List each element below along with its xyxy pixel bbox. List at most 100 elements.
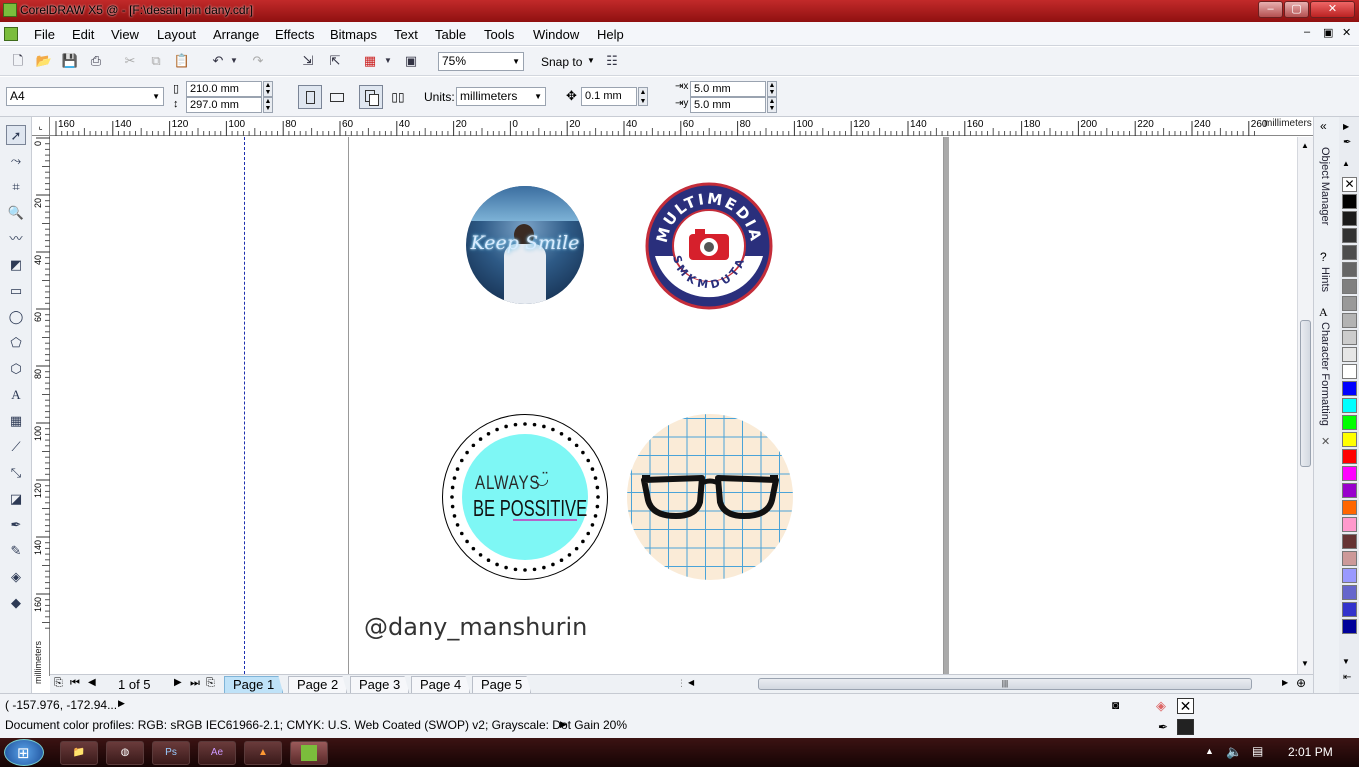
ruler-origin-icon[interactable]: ⌞ [32,117,50,136]
doc-minimize-icon[interactable]: – [1304,26,1310,38]
snap-to-label[interactable]: Snap to [541,55,582,69]
table-tool-icon[interactable]: ▦ [6,411,26,431]
menu-layout[interactable]: Layout [157,27,196,42]
blend-tool-icon[interactable]: ◪ [6,489,26,509]
snapshot-icon[interactable]: ◙ [1112,698,1119,712]
docker-tab-hints[interactable]: Hints [1319,267,1331,307]
palette-scroll-down-icon[interactable]: ▼ [1342,657,1350,666]
menu-file[interactable]: File [34,27,55,42]
menu-help[interactable]: Help [597,27,624,42]
portrait-button[interactable] [298,85,322,109]
nudge-field[interactable]: 0.1 mm [581,87,637,106]
menu-window[interactable]: Window [533,27,579,42]
current-page-button[interactable]: ▯▯ [387,85,409,109]
coords-arrow-icon[interactable]: ▶ [118,698,125,709]
connector-tool-icon[interactable]: ⤡ [6,463,26,483]
palette-swatch[interactable] [1342,568,1357,583]
duplicate-y-spinner[interactable]: ▲ ▼ [767,97,777,113]
palette-swatch[interactable] [1342,517,1357,532]
palette-swatch[interactable] [1342,381,1357,396]
all-pages-button[interactable] [359,85,383,109]
menu-text[interactable]: Text [394,27,418,42]
menu-table[interactable]: Table [435,27,466,42]
menu-view[interactable]: View [111,27,139,42]
profiles-arrow-icon[interactable]: ▶ [560,719,567,730]
outline-tool-icon[interactable]: ✎ [6,541,26,561]
menu-edit[interactable]: Edit [72,27,94,42]
palette-swatch[interactable] [1342,364,1357,379]
palette-eyedropper-icon[interactable]: ✒ [1343,137,1351,148]
splitter-icon[interactable]: ⋮ [677,678,686,689]
scroll-thumb[interactable] [1300,320,1311,467]
page-height-field[interactable]: 297.0 mm [186,97,262,113]
taskbar-photoshop[interactable]: Ps [152,741,190,765]
tray-expand-icon[interactable]: ▲ [1205,746,1214,756]
palette-swatch[interactable] [1342,245,1357,260]
ruler-vertical[interactable]: 0 20 40 60 80 100 120 140 160 millimeters [32,136,50,684]
print-icon[interactable]: ⎙ [86,51,106,71]
duplicate-x-field[interactable]: 5.0 mm [690,81,766,97]
palette-swatch[interactable] [1342,194,1357,209]
page-tab-2[interactable]: Page 2 [288,676,348,693]
add-page-before-icon[interactable]: ⎘ [54,677,63,690]
ellipse-tool-icon[interactable]: ◯ [6,307,26,327]
width-spinner[interactable]: ▲ ▼ [263,81,273,97]
prev-page-icon[interactable]: ◀ [88,677,96,688]
open-icon[interactable]: 📂 [34,51,54,71]
volume-icon[interactable]: 🔈 [1226,744,1242,760]
palette-swatch[interactable] [1342,466,1357,481]
pin-glasses[interactable] [627,414,793,580]
ruler-horizontal[interactable]: 160 140 120 100 80 60 40 20 0 20 40 60 80 100 120 140 16… [32,117,1313,136]
page-tab-5[interactable]: Page 5 [472,676,532,693]
palette-swatch[interactable] [1342,483,1357,498]
collapse-dockers-icon[interactable]: « [1320,119,1327,133]
add-page-after-icon[interactable]: ⎘ [206,677,215,690]
palette-swatch[interactable] [1342,296,1357,311]
landscape-button[interactable] [326,85,350,109]
palette-swatch[interactable] [1342,415,1357,430]
first-page-icon[interactable]: ⏮ [70,677,80,690]
cut-icon[interactable]: ✂ [120,51,140,71]
start-button[interactable]: ⊞ [4,739,44,766]
interactive-fill-tool-icon[interactable]: ◆ [6,593,26,613]
taskbar-coreldraw-icon[interactable] [290,741,328,765]
eyedropper-tool-icon[interactable]: ✒ [6,515,26,535]
palette-swatch[interactable] [1342,585,1357,600]
duplicate-x-spinner[interactable]: ▲ ▼ [767,81,777,97]
docker-tab-character-formatting[interactable]: Character Formatting [1319,322,1331,442]
menu-bitmaps[interactable]: Bitmaps [330,27,377,42]
duplicate-y-field[interactable]: 5.0 mm [690,97,766,113]
pin-multimedia[interactable]: MULTIMEDIA SMKMDUTA [645,182,773,310]
options-icon[interactable]: ☷ [602,51,622,71]
new-icon[interactable]: 🗋 [8,51,28,71]
shape-tool-icon[interactable]: ⤳ [6,151,26,171]
scroll-right-icon[interactable]: ▶ [1282,678,1288,687]
page-tab-1[interactable]: Page 1 [224,676,284,693]
fill-none-swatch[interactable]: ✕ [1177,698,1194,714]
menu-arrange[interactable]: Arrange [213,27,259,42]
palette-swatch[interactable] [1342,398,1357,413]
copy-icon[interactable]: ⧉ [146,51,166,71]
page-tab-3[interactable]: Page 3 [350,676,410,693]
rectangle-tool-icon[interactable]: ▭ [6,281,26,301]
network-icon[interactable]: ▤ [1252,744,1263,758]
redo-icon[interactable]: ↷ [248,51,268,71]
application-launcher-icon[interactable]: ▦ [360,51,380,71]
palette-swatch[interactable] [1342,432,1357,447]
palette-swatch[interactable] [1342,449,1357,464]
palette-swatch[interactable] [1342,279,1357,294]
palette-swatch[interactable] [1342,330,1357,345]
units-select[interactable]: millimeters ▼ [456,87,546,106]
smart-fill-tool-icon[interactable]: ◩ [6,255,26,275]
no-color-swatch[interactable]: ✕ [1342,177,1357,192]
next-page-icon[interactable]: ▶ [174,677,182,688]
crop-tool-icon[interactable]: ⌗ [6,177,26,197]
pin-keep-smile[interactable]: Keep Smile [466,186,584,304]
vertical-guideline[interactable] [244,137,245,674]
docker-tab-object-manager[interactable]: Object Manager [1319,147,1331,267]
menu-effects[interactable]: Effects [275,27,315,42]
navigator-zoom-icon[interactable]: ⊕ [1296,676,1306,690]
last-page-icon[interactable]: ⏭ [190,677,200,690]
undo-icon[interactable]: ↶ [208,51,228,71]
taskbar-chrome-icon[interactable]: ◍ [106,741,144,765]
